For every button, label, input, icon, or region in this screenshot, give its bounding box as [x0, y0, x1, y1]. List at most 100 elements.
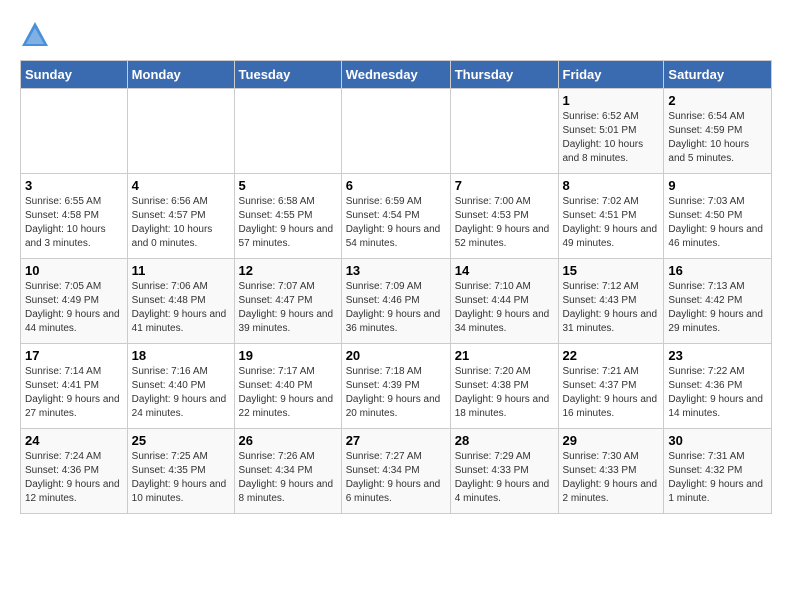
calendar-cell [234, 89, 341, 174]
day-number: 19 [239, 348, 337, 363]
logo [20, 20, 54, 50]
day-info: Sunrise: 7:17 AM Sunset: 4:40 PM Dayligh… [239, 365, 337, 421]
calendar-cell: 3 Sunrise: 6:55 AM Sunset: 4:58 PM Daylig… [21, 174, 128, 259]
day-info: Sunrise: 6:56 AM Sunset: 4:57 PM Dayligh… [132, 195, 230, 251]
weekday-header: Thursday [450, 61, 558, 89]
day-number: 15 [563, 263, 660, 278]
day-info: Sunrise: 7:25 AM Sunset: 4:35 PM Dayligh… [132, 450, 230, 506]
day-info: Sunrise: 6:55 AM Sunset: 4:58 PM Dayligh… [25, 195, 123, 251]
calendar-cell: 4 Sunrise: 6:56 AM Sunset: 4:57 PM Daylig… [127, 174, 234, 259]
calendar-cell: 11 Sunrise: 7:06 AM Sunset: 4:48 PM Dayli… [127, 259, 234, 344]
day-number: 13 [346, 263, 446, 278]
weekday-header: Tuesday [234, 61, 341, 89]
day-number: 4 [132, 178, 230, 193]
day-number: 10 [25, 263, 123, 278]
day-number: 20 [346, 348, 446, 363]
calendar-week-row: 3 Sunrise: 6:55 AM Sunset: 4:58 PM Daylig… [21, 174, 772, 259]
calendar-cell: 12 Sunrise: 7:07 AM Sunset: 4:47 PM Dayli… [234, 259, 341, 344]
day-number: 17 [25, 348, 123, 363]
day-number: 3 [25, 178, 123, 193]
calendar-week-row: 24 Sunrise: 7:24 AM Sunset: 4:36 PM Dayli… [21, 429, 772, 514]
day-info: Sunrise: 7:30 AM Sunset: 4:33 PM Dayligh… [563, 450, 660, 506]
day-number: 27 [346, 433, 446, 448]
day-info: Sunrise: 6:59 AM Sunset: 4:54 PM Dayligh… [346, 195, 446, 251]
calendar-cell: 26 Sunrise: 7:26 AM Sunset: 4:34 PM Dayli… [234, 429, 341, 514]
calendar-cell: 15 Sunrise: 7:12 AM Sunset: 4:43 PM Dayli… [558, 259, 664, 344]
day-number: 12 [239, 263, 337, 278]
day-number: 9 [668, 178, 767, 193]
weekday-header: Monday [127, 61, 234, 89]
calendar-cell: 20Sunrise: 7:18 AM Sunset: 4:39 PM Dayli… [341, 344, 450, 429]
day-info: Sunrise: 7:16 AM Sunset: 4:40 PM Dayligh… [132, 365, 230, 421]
day-info: Sunrise: 7:26 AM Sunset: 4:34 PM Dayligh… [239, 450, 337, 506]
day-info: Sunrise: 7:02 AM Sunset: 4:51 PM Dayligh… [563, 195, 660, 251]
calendar-cell: 2 Sunrise: 6:54 AM Sunset: 4:59 PM Daylig… [664, 89, 772, 174]
calendar-cell [127, 89, 234, 174]
calendar-cell [21, 89, 128, 174]
calendar-cell: 9 Sunrise: 7:03 AM Sunset: 4:50 PM Daylig… [664, 174, 772, 259]
day-number: 29 [563, 433, 660, 448]
day-info: Sunrise: 7:13 AM Sunset: 4:42 PM Dayligh… [668, 280, 767, 336]
logo-icon [20, 20, 50, 50]
day-info: Sunrise: 7:06 AM Sunset: 4:48 PM Dayligh… [132, 280, 230, 336]
day-number: 11 [132, 263, 230, 278]
calendar-week-row: 17 Sunrise: 7:14 AM Sunset: 4:41 PM Dayli… [21, 344, 772, 429]
weekday-header: Wednesday [341, 61, 450, 89]
day-number: 26 [239, 433, 337, 448]
calendar-cell: 22 Sunrise: 7:21 AM Sunset: 4:37 PM Dayli… [558, 344, 664, 429]
day-number: 14 [455, 263, 554, 278]
day-info: Sunrise: 7:07 AM Sunset: 4:47 PM Dayligh… [239, 280, 337, 336]
day-info: Sunrise: 7:05 AM Sunset: 4:49 PM Dayligh… [25, 280, 123, 336]
calendar-cell: 13 Sunrise: 7:09 AM Sunset: 4:46 PM Dayli… [341, 259, 450, 344]
day-number: 25 [132, 433, 230, 448]
day-info: Sunrise: 7:09 AM Sunset: 4:46 PM Dayligh… [346, 280, 446, 336]
calendar-cell: 30 Sunrise: 7:31 AM Sunset: 4:32 PM Dayli… [664, 429, 772, 514]
day-number: 16 [668, 263, 767, 278]
day-info: Sunrise: 6:52 AM Sunset: 5:01 PM Dayligh… [563, 110, 660, 166]
calendar-cell: 14Sunrise: 7:10 AM Sunset: 4:44 PM Dayli… [450, 259, 558, 344]
calendar-cell [450, 89, 558, 174]
day-info: Sunrise: 7:24 AM Sunset: 4:36 PM Dayligh… [25, 450, 123, 506]
day-info: Sunrise: 7:00 AM Sunset: 4:53 PM Dayligh… [455, 195, 554, 251]
calendar-week-row: 10 Sunrise: 7:05 AM Sunset: 4:49 PM Dayli… [21, 259, 772, 344]
day-number: 23 [668, 348, 767, 363]
calendar-table: SundayMondayTuesdayWednesdayThursdayFrid… [20, 60, 772, 514]
day-number: 24 [25, 433, 123, 448]
day-number: 21 [455, 348, 554, 363]
weekday-header: Sunday [21, 61, 128, 89]
calendar-cell: 17 Sunrise: 7:14 AM Sunset: 4:41 PM Dayli… [21, 344, 128, 429]
day-info: Sunrise: 7:12 AM Sunset: 4:43 PM Dayligh… [563, 280, 660, 336]
day-info: Sunrise: 7:03 AM Sunset: 4:50 PM Dayligh… [668, 195, 767, 251]
calendar-cell: 27Sunrise: 7:27 AM Sunset: 4:34 PM Dayli… [341, 429, 450, 514]
day-number: 6 [346, 178, 446, 193]
calendar-cell [341, 89, 450, 174]
calendar-cell: 19 Sunrise: 7:17 AM Sunset: 4:40 PM Dayli… [234, 344, 341, 429]
calendar-cell: 5 Sunrise: 6:58 AM Sunset: 4:55 PM Daylig… [234, 174, 341, 259]
calendar-cell: 6 Sunrise: 6:59 AM Sunset: 4:54 PM Daylig… [341, 174, 450, 259]
day-info: Sunrise: 7:14 AM Sunset: 4:41 PM Dayligh… [25, 365, 123, 421]
calendar-cell: 23Sunrise: 7:22 AM Sunset: 4:36 PM Dayli… [664, 344, 772, 429]
day-info: Sunrise: 7:21 AM Sunset: 4:37 PM Dayligh… [563, 365, 660, 421]
day-number: 18 [132, 348, 230, 363]
day-number: 2 [668, 93, 767, 108]
day-info: Sunrise: 6:54 AM Sunset: 4:59 PM Dayligh… [668, 110, 767, 166]
calendar-cell: 21 Sunrise: 7:20 AM Sunset: 4:38 PM Dayli… [450, 344, 558, 429]
day-number: 8 [563, 178, 660, 193]
day-number: 22 [563, 348, 660, 363]
day-number: 30 [668, 433, 767, 448]
day-number: 5 [239, 178, 337, 193]
calendar-cell: 24 Sunrise: 7:24 AM Sunset: 4:36 PM Dayli… [21, 429, 128, 514]
day-info: Sunrise: 6:58 AM Sunset: 4:55 PM Dayligh… [239, 195, 337, 251]
day-info: Sunrise: 7:31 AM Sunset: 4:32 PM Dayligh… [668, 450, 767, 506]
calendar-week-row: 1 Sunrise: 6:52 AM Sunset: 5:01 PM Daylig… [21, 89, 772, 174]
day-number: 28 [455, 433, 554, 448]
calendar-cell: 18 Sunrise: 7:16 AM Sunset: 4:40 PM Dayli… [127, 344, 234, 429]
calendar-cell: 29 Sunrise: 7:30 AM Sunset: 4:33 PM Dayli… [558, 429, 664, 514]
calendar-cell: 8 Sunrise: 7:02 AM Sunset: 4:51 PM Daylig… [558, 174, 664, 259]
calendar-cell: 10 Sunrise: 7:05 AM Sunset: 4:49 PM Dayli… [21, 259, 128, 344]
page-header [20, 20, 772, 50]
day-number: 1 [563, 93, 660, 108]
day-info: Sunrise: 7:20 AM Sunset: 4:38 PM Dayligh… [455, 365, 554, 421]
calendar-header-row: SundayMondayTuesdayWednesdayThursdayFrid… [21, 61, 772, 89]
calendar-cell: 25 Sunrise: 7:25 AM Sunset: 4:35 PM Dayli… [127, 429, 234, 514]
